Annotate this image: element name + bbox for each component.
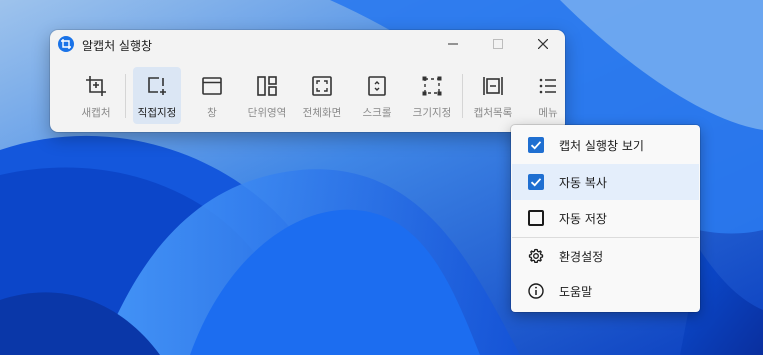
tool-menu[interactable]: 메뉴 bbox=[524, 67, 565, 124]
menu-item-auto-copy[interactable]: 자동 복사 bbox=[512, 164, 699, 200]
app-logo-icon bbox=[58, 36, 74, 52]
capture-list-icon bbox=[483, 77, 503, 95]
window-title: 알캡처 실행창 bbox=[82, 39, 153, 53]
capture-window: 알캡처 실행창 새캡처 직접지정 창 단위영역 전체화면 스크롤 크기지정 캡처… bbox=[50, 30, 565, 132]
info-icon bbox=[528, 283, 544, 299]
menu-icon bbox=[539, 78, 556, 94]
gear-icon bbox=[528, 248, 544, 263]
toolbar-divider bbox=[125, 74, 126, 118]
tool-new-capture[interactable]: 새캡처 bbox=[72, 67, 120, 124]
menu-item-settings[interactable]: 환경설정 bbox=[512, 238, 699, 274]
menu-item-label: 도움말 bbox=[559, 285, 593, 299]
menu-item-label: 자동 저장 bbox=[559, 212, 607, 226]
maximize-button[interactable] bbox=[475, 30, 521, 59]
tool-fullscreen[interactable]: 전체화면 bbox=[298, 67, 346, 124]
tool-label: 새캡처 bbox=[81, 107, 111, 119]
window-capture-icon bbox=[202, 77, 222, 95]
tool-label: 메뉴 bbox=[538, 107, 558, 119]
scroll-capture-icon bbox=[368, 76, 386, 96]
minimize-button[interactable] bbox=[430, 30, 476, 59]
tool-label: 전체화면 bbox=[302, 107, 342, 119]
tool-label: 스크롤 bbox=[362, 107, 392, 119]
tool-unit-area[interactable]: 단위영역 bbox=[243, 67, 291, 124]
new-capture-icon bbox=[86, 76, 106, 96]
close-button[interactable] bbox=[520, 30, 565, 59]
menu-item-label: 캡처 실행창 보기 bbox=[559, 139, 644, 153]
tool-label: 단위영역 bbox=[247, 107, 287, 119]
size-select-icon bbox=[422, 76, 442, 96]
tool-label: 캡처목록 bbox=[473, 107, 513, 119]
capture-toolbar: 새캡처 직접지정 창 단위영역 전체화면 스크롤 크기지정 캡처목록 메뉴 bbox=[62, 64, 562, 126]
tool-label: 창 bbox=[207, 107, 217, 119]
menu-item-show-capture-window[interactable]: 캡처 실행창 보기 bbox=[512, 127, 699, 163]
checkbox-checked-icon[interactable] bbox=[528, 137, 544, 153]
direct-select-icon bbox=[148, 77, 166, 95]
checkbox-unchecked-icon[interactable] bbox=[528, 210, 544, 226]
menu-item-label: 자동 복사 bbox=[559, 176, 607, 190]
tool-direct-select[interactable]: 직접지정 bbox=[133, 67, 181, 124]
tool-scroll[interactable]: 스크롤 bbox=[353, 67, 401, 124]
tool-label: 직접지정 bbox=[137, 107, 177, 119]
checkbox-checked-icon[interactable] bbox=[528, 174, 544, 190]
title-bar[interactable]: 알캡처 실행창 bbox=[50, 30, 565, 59]
menu-item-label: 환경설정 bbox=[559, 250, 604, 264]
fullscreen-icon bbox=[312, 76, 332, 96]
tool-label: 크기지정 bbox=[412, 107, 452, 119]
tool-window[interactable]: 창 bbox=[188, 67, 236, 124]
options-menu: 캡처 실행창 보기 자동 복사 자동 저장 환경설정 도움말 bbox=[511, 125, 700, 312]
menu-item-help[interactable]: 도움말 bbox=[512, 273, 699, 309]
unit-area-icon bbox=[257, 76, 277, 96]
tool-capture-list[interactable]: 캡처목록 bbox=[469, 67, 517, 124]
tool-size-select[interactable]: 크기지정 bbox=[408, 67, 456, 124]
menu-item-auto-save[interactable]: 자동 저장 bbox=[512, 200, 699, 236]
